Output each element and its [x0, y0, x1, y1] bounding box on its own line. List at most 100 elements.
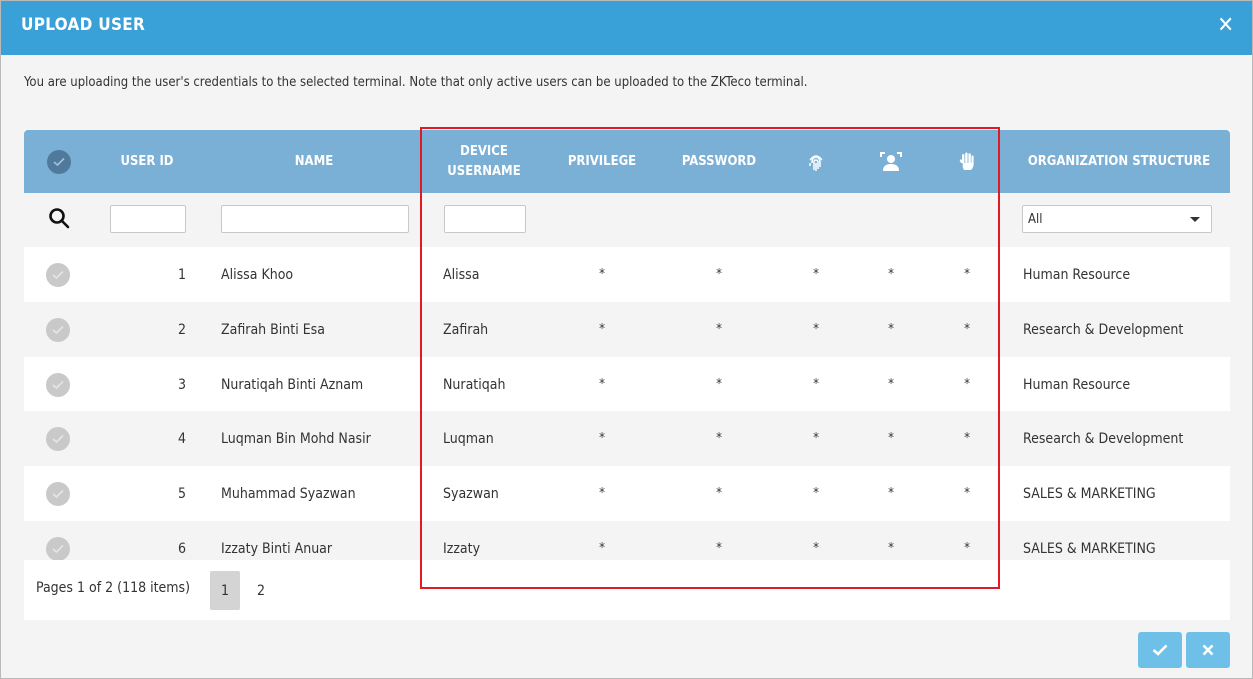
cell-fingerprint: * [813, 377, 819, 392]
dialog-title: UPLOAD USER [21, 15, 146, 35]
cell-device-username: Luqman [443, 430, 494, 447]
cell-password: * [716, 377, 722, 392]
cell-user-id: 2 [177, 321, 186, 338]
face-icon [871, 130, 911, 193]
cell-palm: * [964, 322, 970, 337]
cell-privilege: * [599, 377, 605, 392]
cell-organization: SALES & MARKETING [1023, 485, 1156, 502]
row-checkbox[interactable] [46, 411, 70, 466]
cell-name: Muhammad Syazwan [221, 485, 356, 502]
cell-privilege: * [599, 486, 605, 501]
upload-notice: You are uploading the user's credentials… [24, 75, 808, 90]
cell-password: * [716, 267, 722, 282]
cell-device-username: Syazwan [443, 485, 499, 502]
cell-face: * [888, 322, 894, 337]
grid-header: USER ID NAME DEVICE USERNAME PRIVILEGE P… [24, 130, 1230, 193]
header-password[interactable]: PASSWORD [669, 130, 769, 193]
name-filter-input[interactable] [221, 205, 409, 233]
header-device-username[interactable]: DEVICE USERNAME [434, 130, 534, 193]
pager-info: Pages 1 of 2 (118 items) [36, 580, 191, 596]
close-icon [1202, 644, 1214, 656]
user-grid: USER ID NAME DEVICE USERNAME PRIVILEGE P… [24, 130, 1230, 620]
header-privilege[interactable]: PRIVILEGE [557, 130, 647, 193]
cell-password: * [716, 322, 722, 337]
confirm-button[interactable] [1138, 632, 1182, 668]
cell-name: Zafirah Binti Esa [221, 321, 325, 338]
cell-fingerprint: * [813, 431, 819, 446]
cell-privilege: * [599, 541, 605, 556]
cell-palm: * [964, 377, 970, 392]
check-icon [1152, 644, 1168, 656]
cell-name: Nuratiqah Binti Aznam [221, 376, 364, 393]
chevron-down-icon [1190, 216, 1200, 222]
cell-organization: Research & Development [1023, 430, 1184, 447]
cell-user-id: 5 [177, 485, 186, 502]
cell-palm: * [964, 486, 970, 501]
pager: Pages 1 of 2 (118 items) 1 2 [24, 560, 1230, 620]
cell-user-id: 4 [177, 430, 186, 447]
cell-organization: Human Resource [1023, 266, 1131, 283]
cell-password: * [716, 541, 722, 556]
cell-fingerprint: * [813, 541, 819, 556]
table-row[interactable]: 4 Luqman Bin Mohd Nasir Luqman * * * * * Researc… [24, 411, 1230, 466]
palm-icon [947, 130, 987, 193]
cell-name: Luqman Bin Mohd Nasir [221, 430, 371, 447]
cell-user-id: 3 [177, 376, 186, 393]
cell-fingerprint: * [813, 322, 819, 337]
dialog-titlebar: UPLOAD USER ✕ [1, 1, 1252, 55]
device-username-filter-input[interactable] [444, 205, 526, 233]
cell-organization: Research & Development [1023, 321, 1184, 338]
cell-palm: * [964, 541, 970, 556]
cell-device-username: Zafirah [443, 321, 489, 338]
page-button-2[interactable]: 2 [246, 571, 276, 610]
cell-device-username: Alissa [443, 266, 480, 283]
cell-name: Izzaty Binti Anuar [221, 540, 333, 557]
table-row[interactable]: 6 Izzaty Binti Anuar Izzaty * * * * * SALES & MA… [24, 521, 1230, 560]
select-all-checkbox[interactable] [44, 130, 74, 193]
cell-user-id: 1 [177, 266, 186, 283]
row-checkbox[interactable] [46, 466, 70, 521]
cell-face: * [888, 377, 894, 392]
cell-device-username: Nuratiqah [443, 376, 506, 393]
upload-user-dialog: UPLOAD USER ✕ You are uploading the user… [0, 0, 1253, 679]
cell-fingerprint: * [813, 267, 819, 282]
cell-privilege: * [599, 431, 605, 446]
user-id-filter-input[interactable] [110, 205, 186, 233]
cell-face: * [888, 541, 894, 556]
cell-fingerprint: * [813, 486, 819, 501]
cell-face: * [888, 486, 894, 501]
row-checkbox[interactable] [46, 247, 70, 302]
dialog-body: You are uploading the user's credentials… [1, 55, 1252, 678]
cell-password: * [716, 431, 722, 446]
cell-privilege: * [599, 267, 605, 282]
row-checkbox[interactable] [46, 521, 70, 560]
cancel-button[interactable] [1186, 632, 1230, 668]
cell-password: * [716, 486, 722, 501]
header-user-id[interactable]: USER ID [102, 130, 192, 193]
cell-palm: * [964, 431, 970, 446]
table-row[interactable]: 2 Zafirah Binti Esa Zafirah * * * * * Research &… [24, 302, 1230, 357]
organization-filter-value: All [1028, 211, 1043, 227]
table-row[interactable]: 3 Nuratiqah Binti Aznam Nuratiqah * * * * * Huma… [24, 357, 1230, 411]
cell-user-id: 6 [177, 540, 186, 557]
page-button-1[interactable]: 1 [210, 571, 240, 610]
cell-organization: Human Resource [1023, 376, 1131, 393]
header-name[interactable]: NAME [214, 130, 414, 193]
cell-face: * [888, 267, 894, 282]
cell-name: Alissa Khoo [221, 266, 294, 283]
close-icon[interactable]: ✕ [1217, 12, 1234, 40]
header-organization-structure[interactable]: ORGANIZATION STRUCTURE [1019, 130, 1219, 193]
row-checkbox[interactable] [46, 357, 70, 411]
organization-filter-select[interactable]: All [1022, 205, 1212, 233]
fingerprint-icon [796, 130, 836, 193]
table-row[interactable]: 5 Muhammad Syazwan Syazwan * * * * * SALES & MAR… [24, 466, 1230, 521]
header-device-username-line2: USERNAME [447, 163, 521, 179]
cell-face: * [888, 431, 894, 446]
table-row[interactable]: 1 Alissa Khoo Alissa * * * * * Human Resource [24, 247, 1230, 302]
cell-organization: SALES & MARKETING [1023, 540, 1156, 557]
row-checkbox[interactable] [46, 302, 70, 357]
cell-device-username: Izzaty [443, 540, 481, 557]
filter-row: All [24, 193, 1230, 247]
cell-privilege: * [599, 322, 605, 337]
header-device-username-line1: DEVICE [460, 143, 508, 159]
